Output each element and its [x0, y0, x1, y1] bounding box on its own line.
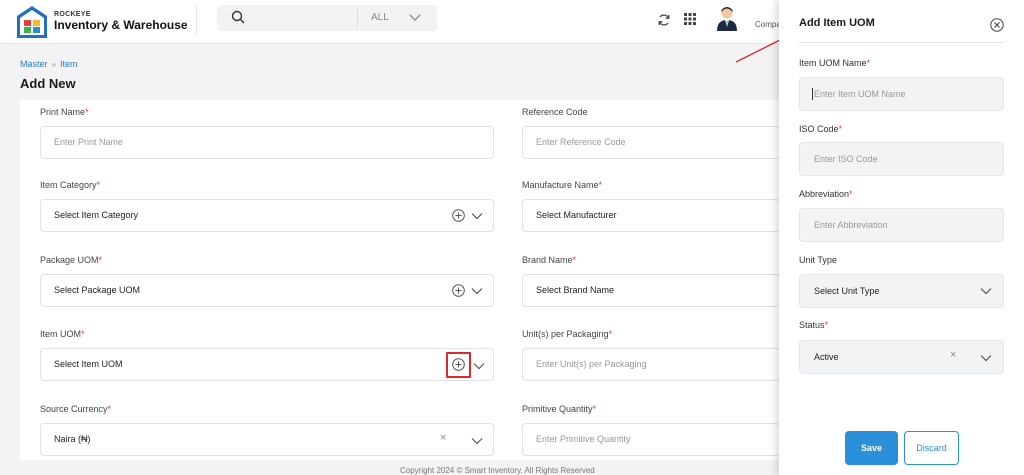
item-uom-label: Item UOM* [40, 329, 85, 339]
clear-icon[interactable]: × [440, 432, 446, 444]
chevron-down-icon[interactable] [471, 212, 483, 220]
drawer-divider [799, 42, 1004, 43]
unit-type-label: Unit Type [799, 255, 837, 265]
chevron-down-icon[interactable] [980, 287, 992, 295]
item-uom-select[interactable]: Select Item UOM [40, 348, 494, 381]
chevron-down-icon[interactable] [473, 362, 485, 370]
iso-code-input[interactable]: Enter ISO Code [799, 142, 1004, 176]
divider [196, 5, 197, 35]
item-category-select[interactable]: Select Item Category [40, 199, 494, 232]
chevron-down-icon[interactable] [471, 287, 483, 295]
highlight-box [446, 352, 471, 378]
status-label: Status* [799, 320, 829, 330]
manufacture-name-label: Manufacture Name* [522, 180, 603, 190]
unit-type-select[interactable]: Select Unit Type [799, 274, 1004, 308]
source-currency-label: Source Currency* [40, 404, 112, 414]
discard-button[interactable]: Discard [904, 431, 959, 465]
primitive-quantity-label: Primitive Quantity* [522, 404, 597, 414]
text-cursor [812, 88, 813, 100]
add-item-category-icon[interactable] [452, 209, 465, 222]
search-separator [357, 9, 358, 27]
refresh-icon[interactable] [657, 13, 671, 27]
apps-grid-icon[interactable] [684, 13, 696, 25]
breadcrumb-master[interactable]: Master [20, 59, 48, 69]
item-uom-name-input[interactable]: Enter Item UOM Name [799, 77, 1004, 111]
page-title: Add New [20, 76, 76, 91]
manufacturer-select[interactable]: Select Manufacturer [522, 199, 780, 232]
save-button[interactable]: Save [845, 431, 898, 465]
drawer-title: Add Item UOM [799, 17, 875, 29]
app-logo-icon[interactable] [16, 5, 48, 39]
clear-icon[interactable]: × [950, 349, 956, 361]
add-package-uom-icon[interactable] [452, 284, 465, 297]
search-icon [231, 10, 245, 24]
chevron-right-icon: » [51, 60, 56, 69]
close-icon[interactable] [990, 18, 1004, 32]
abbreviation-input[interactable]: Enter Abbreviation [799, 208, 1004, 242]
search-scope-select[interactable]: ALL [371, 12, 389, 23]
breadcrumb: Master» Item [20, 59, 77, 69]
print-name-label: Print Name* [40, 107, 89, 117]
footer-copyright: Copyright 2024 © Smart Inventory. All Ri… [400, 466, 595, 475]
brand-name-label: Brand Name* [522, 255, 577, 265]
primitive-quantity-input[interactable]: Enter Primitive Quantity [522, 423, 780, 456]
add-item-uom-drawer: Add Item UOM Item UOM Name* Enter Item U… [779, 0, 1024, 475]
search-input[interactable]: ALL [217, 5, 437, 31]
package-uom-label: Package UOM* [40, 255, 103, 265]
units-per-packaging-input[interactable]: Enter Unit(s) per Packaging [522, 348, 780, 381]
units-per-packaging-label: Unit(s) per Packaging* [522, 329, 613, 339]
reference-code-label: Reference Code [522, 107, 588, 117]
package-uom-select[interactable]: Select Package UOM [40, 274, 494, 307]
chevron-down-icon[interactable] [408, 12, 422, 24]
print-name-input[interactable]: Enter Print Name [40, 126, 494, 159]
breadcrumb-item[interactable]: Item [60, 59, 78, 69]
chevron-down-icon[interactable] [471, 437, 483, 445]
chevron-down-icon[interactable] [980, 354, 992, 362]
source-currency-select[interactable]: Naira (₦) [40, 423, 494, 456]
brand-name: Inventory & Warehouse [54, 18, 188, 32]
brand-name-select[interactable]: Select Brand Name [522, 274, 780, 307]
item-uom-name-label: Item UOM Name* [799, 58, 871, 68]
item-category-label: Item Category* [40, 180, 101, 190]
reference-code-input[interactable]: Enter Reference Code [522, 126, 780, 159]
abbreviation-label: Abbreviation* [799, 189, 853, 199]
status-select[interactable]: Active [799, 340, 1004, 374]
iso-code-label: ISO Code* [799, 124, 843, 134]
brand-small: ROCKEYE [54, 11, 91, 18]
